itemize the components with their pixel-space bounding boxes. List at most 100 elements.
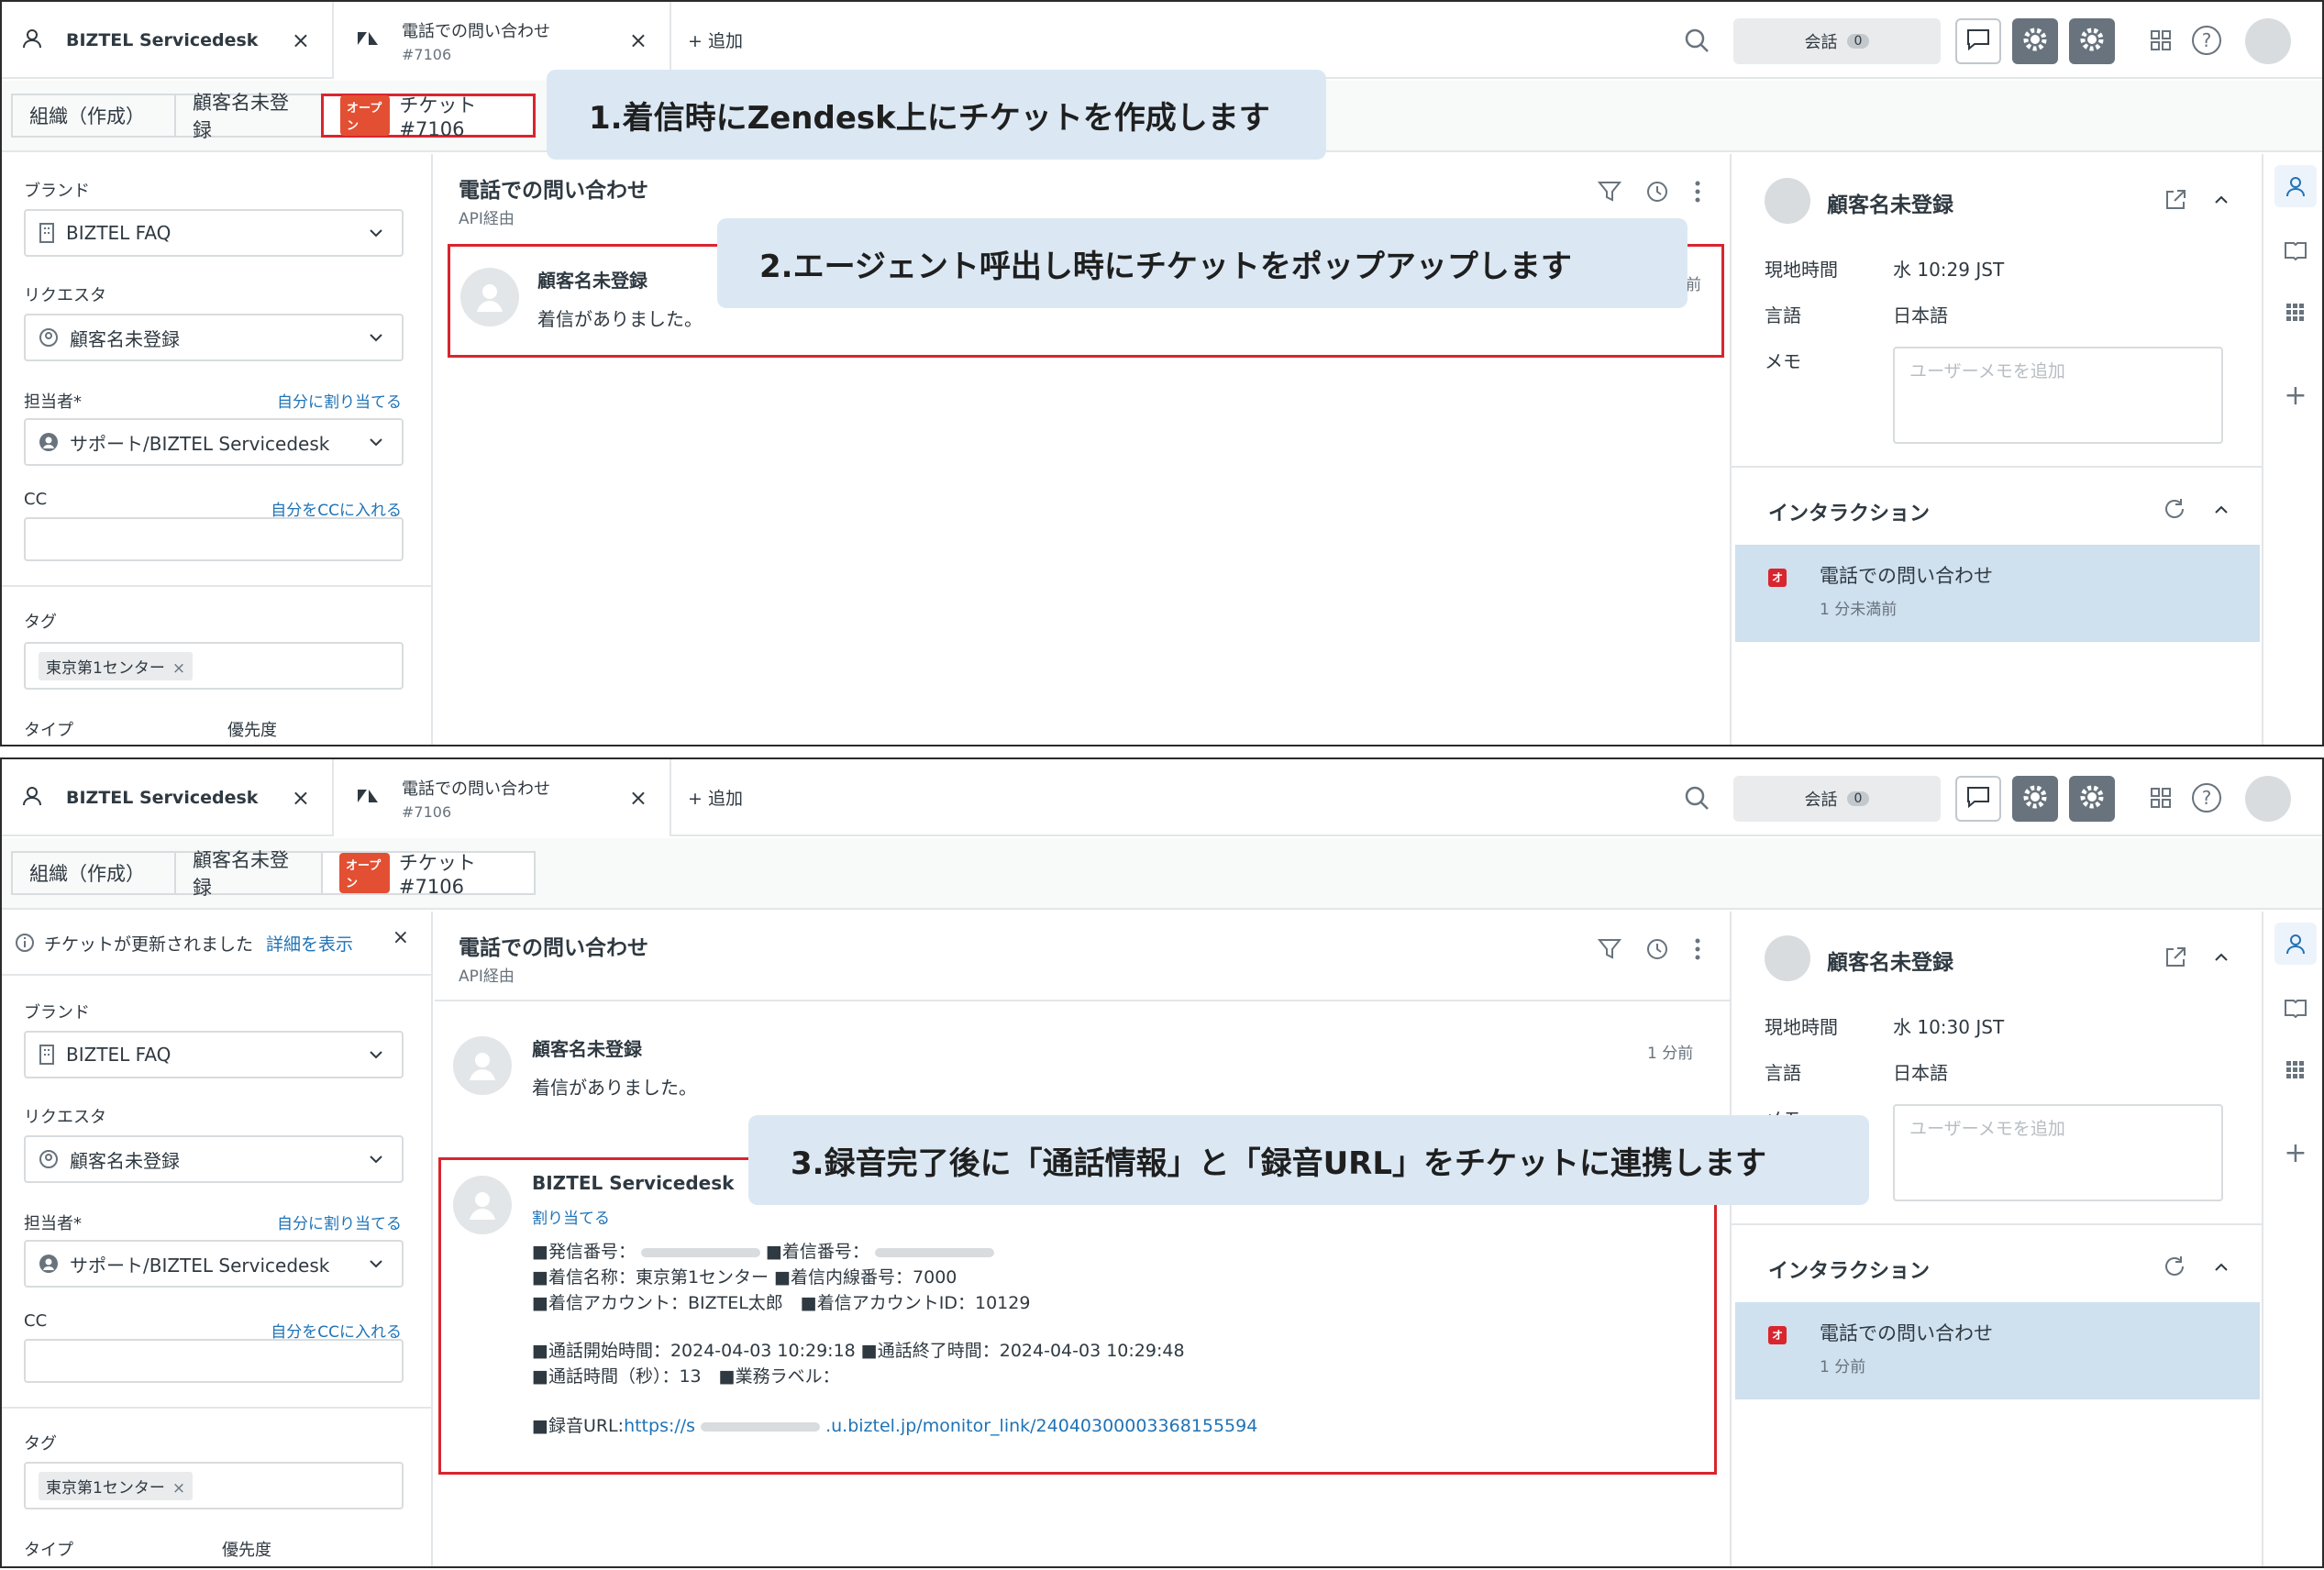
add-app-icon[interactable]: +: [2274, 374, 2317, 416]
apps-icon[interactable]: [2274, 292, 2317, 334]
ticket-title[interactable]: 電話での問い合わせ: [459, 172, 648, 204]
assign-to-me-link[interactable]: 自分に割り当てる: [277, 1211, 402, 1233]
memo-textarea[interactable]: ユーザーメモを追加: [1893, 347, 2223, 444]
remove-tag-icon[interactable]: ×: [172, 659, 185, 678]
settings-button[interactable]: [2012, 776, 2058, 822]
settings-button-2[interactable]: [2069, 18, 2115, 64]
user-circle-icon: [39, 327, 59, 348]
assignee-select[interactable]: サポート/BIZTEL Servicedesk: [24, 418, 404, 466]
chevron-up-icon[interactable]: [2212, 191, 2230, 213]
chat-button[interactable]: [1955, 18, 2001, 64]
settings-button[interactable]: [2012, 18, 2058, 64]
subtab-ticket[interactable]: オープン チケット #7106: [321, 94, 536, 140]
external-link-icon[interactable]: [2164, 946, 2186, 972]
requester-select[interactable]: 顧客名未登録: [24, 1135, 404, 1183]
building-icon: [39, 1045, 55, 1065]
help-icon[interactable]: ?: [2192, 26, 2221, 55]
recording-url-label: ■録音URL:: [532, 1416, 625, 1436]
type-label: タイプ: [24, 721, 73, 740]
user-profile-icon[interactable]: [2274, 165, 2317, 207]
customer-name[interactable]: 顧客名未登録: [1827, 945, 1953, 976]
close-icon[interactable]: ×: [393, 926, 409, 949]
subtab-organization[interactable]: 組織（作成）: [11, 851, 176, 895]
knowledge-book-icon[interactable]: [2274, 229, 2317, 271]
talk-button[interactable]: 会話 0: [1733, 776, 1941, 822]
app-tab-home[interactable]: BIZTEL Servicedesk ×: [2, 2, 334, 79]
user-profile-icon[interactable]: [2274, 923, 2317, 965]
message-body: 着信がありました。: [537, 308, 703, 330]
assign-to-me-link[interactable]: 自分に割り当てる: [277, 389, 402, 412]
requester-select[interactable]: 顧客名未登録: [24, 314, 404, 361]
close-icon[interactable]: ×: [292, 785, 310, 811]
cc-input[interactable]: [24, 1339, 404, 1383]
knowledge-book-icon[interactable]: [2274, 987, 2317, 1029]
chat-button[interactable]: [1955, 776, 2001, 822]
callout-step-3: 3.録音完了後に「通話情報」と「録音URL」をチケットに連携します: [748, 1115, 1869, 1205]
show-details-link[interactable]: 詳細を表示: [266, 931, 353, 956]
app-tab-home[interactable]: BIZTEL Servicedesk ×: [2, 759, 334, 836]
remove-tag-icon[interactable]: ×: [172, 1479, 185, 1498]
apps-grid-icon[interactable]: [2150, 787, 2172, 813]
history-icon[interactable]: [1645, 180, 1669, 207]
zendesk-logo-icon: [356, 28, 380, 52]
search-icon[interactable]: [1684, 28, 1710, 57]
brand-select[interactable]: BIZTEL FAQ: [24, 209, 404, 257]
subtab-organization[interactable]: 組織（作成）: [11, 94, 176, 138]
apps-grid-icon[interactable]: [2150, 29, 2172, 55]
memo-textarea[interactable]: ユーザーメモを追加: [1893, 1104, 2223, 1201]
subtab-customer[interactable]: 顧客名未登録: [174, 849, 323, 899]
assign-link[interactable]: 割り当てる: [532, 1205, 610, 1228]
subtab-ticket[interactable]: オープン チケット #7106: [321, 851, 536, 898]
history-icon[interactable]: [1645, 937, 1669, 965]
settings-button-2[interactable]: [2069, 776, 2115, 822]
profile-avatar[interactable]: [2245, 776, 2291, 822]
assignee-label: 担当者*: [24, 392, 82, 412]
refresh-icon[interactable]: [2163, 1255, 2186, 1282]
close-icon[interactable]: ×: [292, 28, 310, 53]
cc-input[interactable]: [24, 517, 404, 561]
ticket-title[interactable]: 電話での問い合わせ: [459, 930, 648, 961]
tags-input[interactable]: 東京第1センター ×: [24, 1462, 404, 1509]
language-value: 日本語: [1893, 304, 1948, 326]
customer-name[interactable]: 顧客名未登録: [1827, 187, 1953, 218]
chevron-up-icon[interactable]: [2212, 948, 2230, 970]
tags-input[interactable]: 東京第1センター ×: [24, 642, 404, 690]
add-tab-button[interactable]: + 追加: [688, 28, 743, 52]
type-label: タイプ: [24, 1541, 73, 1560]
subtab-customer[interactable]: 顧客名未登録: [174, 92, 323, 141]
interaction-item[interactable]: オ 電話での問い合わせ 1 分前: [1735, 1302, 2260, 1399]
ticket-updated-notice: チケットが更新されました 詳細を表示 ×: [2, 912, 431, 976]
add-app-icon[interactable]: +: [2274, 1132, 2317, 1174]
chevron-up-icon[interactable]: [2212, 1258, 2230, 1280]
divider: [2, 585, 431, 587]
message-time: 1 分前: [1647, 1045, 1694, 1063]
refresh-icon[interactable]: [2163, 497, 2186, 525]
search-icon[interactable]: [1684, 785, 1710, 814]
apps-icon[interactable]: [2274, 1049, 2317, 1091]
interaction-item[interactable]: オ 電話での問い合わせ 1 分未満前: [1735, 545, 2260, 642]
call-info-line-5: ■通話時間（秒）：13 ■業務ラベル：: [532, 1366, 840, 1387]
assignee-select[interactable]: サポート/BIZTEL Servicedesk: [24, 1240, 404, 1288]
recording-url-link[interactable]: https://s .u.biztel.jp/monitor_link/24040…: [624, 1416, 1257, 1436]
brand-value: BIZTEL FAQ: [66, 1044, 172, 1066]
assignee-value: サポート/BIZTEL Servicedesk: [70, 432, 330, 455]
filter-icon[interactable]: [1597, 180, 1622, 207]
app-tab-ticket[interactable]: 電話での問い合わせ #7106 ×: [334, 759, 671, 836]
user-circle-icon: [39, 1149, 59, 1169]
help-icon[interactable]: ?: [2192, 783, 2221, 813]
filter-icon[interactable]: [1597, 937, 1622, 965]
tag-chip[interactable]: 東京第1センター ×: [39, 651, 194, 680]
more-options-icon[interactable]: [1693, 937, 1702, 965]
app-tab-ticket[interactable]: 電話での問い合わせ #7106 ×: [334, 2, 671, 79]
profile-avatar[interactable]: [2245, 18, 2291, 64]
more-options-icon[interactable]: [1693, 180, 1702, 207]
add-tab-button[interactable]: + 追加: [688, 785, 743, 810]
brand-select[interactable]: BIZTEL FAQ: [24, 1031, 404, 1078]
talk-button[interactable]: 会話 0: [1733, 18, 1941, 64]
close-icon[interactable]: ×: [629, 28, 647, 53]
chevron-up-icon[interactable]: [2212, 501, 2230, 523]
external-link-icon[interactable]: [2164, 189, 2186, 215]
close-icon[interactable]: ×: [629, 785, 647, 811]
tag-chip[interactable]: 東京第1センター ×: [39, 1471, 194, 1500]
building-icon: [39, 223, 55, 243]
